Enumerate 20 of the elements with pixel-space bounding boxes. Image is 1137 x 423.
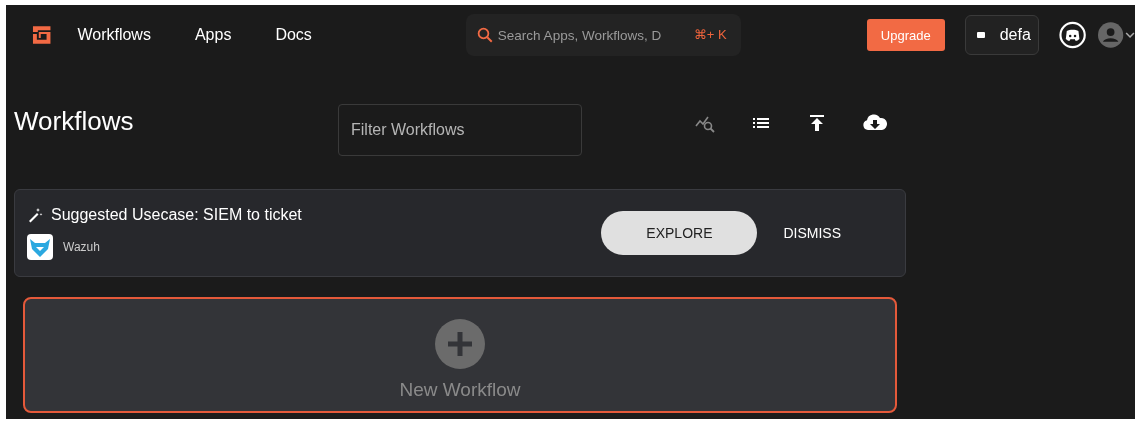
image-icon [975, 30, 986, 40]
new-workflow-card[interactable]: New Workflow [23, 297, 897, 413]
plus-icon [435, 319, 485, 369]
dismiss-button[interactable]: DISMISS [775, 217, 849, 249]
suggestion-title: Suggested Usecase: SIEM to ticket [51, 206, 302, 224]
nav-link[interactable]: Workflows [77, 26, 151, 44]
nav-link[interactable]: Docs [275, 26, 312, 44]
chat-icon[interactable] [1058, 21, 1087, 49]
nav-link[interactable]: Apps [194, 26, 232, 44]
app-logo-icon [27, 234, 53, 260]
app-name: Wazuh [63, 240, 100, 254]
account-icon[interactable] [1098, 22, 1135, 48]
org-selector[interactable]: defa [964, 15, 1039, 55]
filter-field[interactable]: Filter Workflows [338, 104, 582, 156]
explore-button[interactable]: EXPLORE [601, 211, 758, 255]
magic-wand-icon [27, 207, 43, 223]
logo-icon[interactable] [32, 25, 52, 45]
search-icon [475, 26, 494, 44]
page-title: Workflows [14, 105, 135, 137]
shortcut-hint: ⌘+ K [693, 27, 727, 42]
